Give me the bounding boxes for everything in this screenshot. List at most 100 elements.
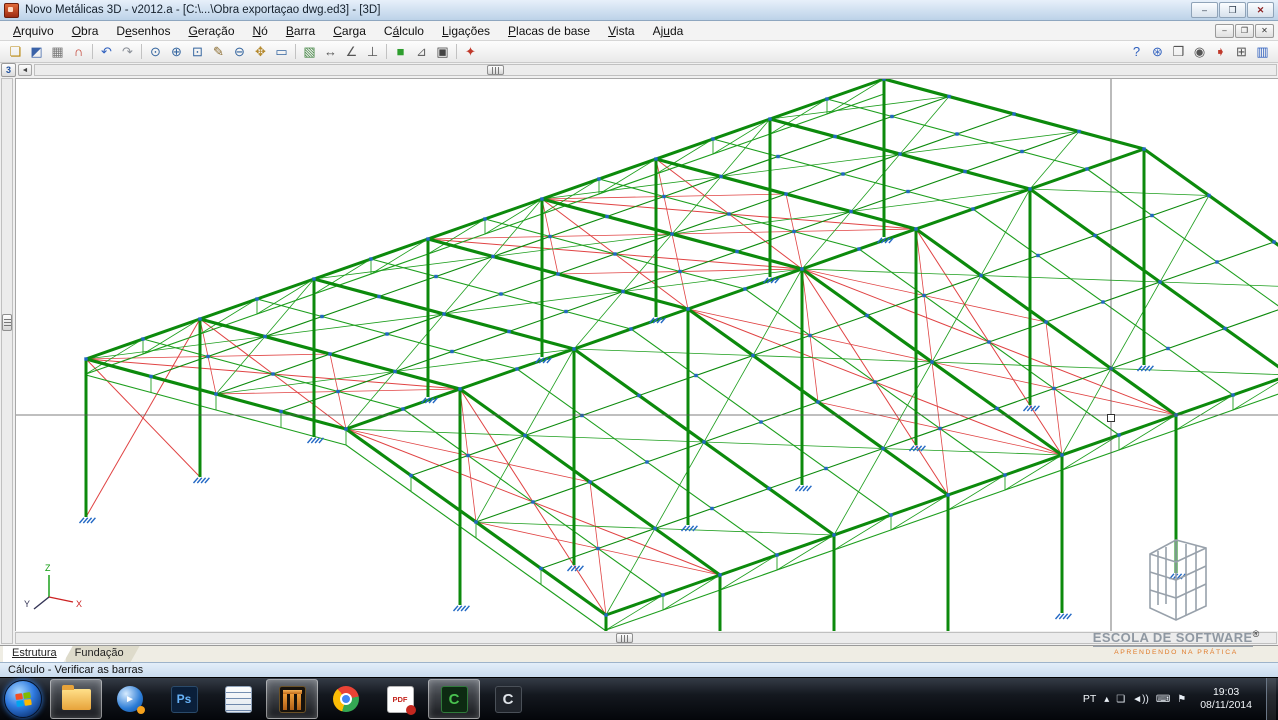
- main-frame-members: [86, 79, 1278, 615]
- scroll-grip: [4, 319, 11, 326]
- display-icon[interactable]: ❏: [1116, 694, 1125, 705]
- toolbar-icon-tile-windows[interactable]: ⊞: [1231, 42, 1252, 61]
- drawing-area[interactable]: ZXY: [15, 78, 1278, 631]
- taskbar-app-explorer[interactable]: [50, 679, 102, 719]
- toolbar-icon-dimensions[interactable]: ↔: [320, 42, 341, 61]
- taskbar-app-chrome[interactable]: [320, 679, 372, 719]
- toolbar-icon-measure[interactable]: ✎: [208, 42, 229, 61]
- menu-item-arquivo[interactable]: Arquivo: [4, 22, 63, 40]
- menu-item-barra[interactable]: Barra: [277, 22, 324, 40]
- minimize-button[interactable]: –: [1191, 2, 1218, 18]
- metalicas-3d-icon: [279, 686, 306, 713]
- menu-item-ligacoes[interactable]: Ligações: [433, 22, 499, 40]
- start-button[interactable]: [4, 680, 42, 718]
- scrollbar-handle[interactable]: [616, 633, 633, 643]
- toolbar-icon-print[interactable]: ❒: [1168, 42, 1189, 61]
- structure-viewport[interactable]: ZXY: [16, 79, 1278, 631]
- sheet-tabs: Estrutura Fundação: [0, 645, 1278, 662]
- mdi-restore-button[interactable]: ❐: [1235, 24, 1254, 38]
- menu-item-carga[interactable]: Carga: [324, 22, 375, 40]
- taskbar-app-cype[interactable]: C: [482, 679, 534, 719]
- tray-icons: ▴ ❏ ◄)) ⌨ ⚑: [1104, 694, 1186, 705]
- menu-item-no[interactable]: Nó: [244, 22, 277, 40]
- tab-estrutura[interactable]: Estrutura: [3, 646, 73, 662]
- menu-item-ajuda[interactable]: Ajuda: [644, 22, 693, 40]
- scrollbar-handle[interactable]: [2, 314, 12, 331]
- roof-bracing-members: [86, 159, 1176, 615]
- toolbar-separator: [92, 44, 93, 59]
- hidden-icons-arrow[interactable]: ▴: [1104, 694, 1109, 705]
- title-bar[interactable]: Novo Metálicas 3D - v2012.a - [C:\...\Ob…: [0, 0, 1278, 21]
- toolbar-icon-redo[interactable]: ↷: [117, 42, 138, 61]
- toolbar-icon-zoom-window[interactable]: ⊡: [187, 42, 208, 61]
- clock-date: 08/11/2014: [1200, 699, 1252, 712]
- taskbar-app-pdf-creator[interactable]: PDF: [374, 679, 426, 719]
- app-icon: [4, 3, 19, 18]
- toolbar-icon-snapshot[interactable]: ◉: [1189, 42, 1210, 61]
- toolbar-separator: [295, 44, 296, 59]
- roof-diagonal-members: [86, 97, 1278, 616]
- close-button[interactable]: ✕: [1247, 2, 1274, 18]
- maximize-button[interactable]: ❐: [1219, 2, 1246, 18]
- toolbar-icon-panels[interactable]: ▥: [1252, 42, 1273, 61]
- cype-icon: C: [495, 686, 522, 713]
- toolbar-icon-angles[interactable]: ∠: [341, 42, 362, 61]
- toolbar-icon-select-window[interactable]: ▭: [271, 42, 292, 61]
- toolbar-icon-undo[interactable]: ↶: [96, 42, 117, 61]
- flag-icon[interactable]: ⚑: [1177, 694, 1186, 705]
- menu-item-desenhos[interactable]: Desenhos: [107, 22, 179, 40]
- mdi-close-button[interactable]: ✕: [1255, 24, 1274, 38]
- vertical-scrollbar-left[interactable]: [1, 78, 13, 644]
- toolbar-icon-open[interactable]: ❏: [5, 42, 26, 61]
- horizontal-scrollbar-bottom[interactable]: [15, 632, 1277, 644]
- menu-item-calculo[interactable]: Cálculo: [375, 22, 433, 40]
- horizontal-scrollbar-top[interactable]: [34, 64, 1277, 76]
- menu-item-obra[interactable]: Obra: [63, 22, 108, 40]
- language-indicator[interactable]: PT: [1083, 693, 1096, 705]
- toolbar-icon-pan[interactable]: ✥: [250, 42, 271, 61]
- clock-time: 19:03: [1200, 686, 1252, 699]
- toolbar-icon-reference-plane[interactable]: ■: [390, 42, 411, 61]
- tab-fundacao[interactable]: Fundação: [66, 646, 140, 662]
- taskbar-app-metalicas-3d[interactable]: [266, 679, 318, 719]
- application-window: Novo Metálicas 3D - v2012.a - [C:\...\Ob…: [0, 0, 1278, 720]
- menu-bar-items: ArquivoObraDesenhosGeraçãoNóBarraCargaCá…: [4, 22, 692, 40]
- toolbar-icon-rulers[interactable]: ⊿: [411, 42, 432, 61]
- left-scroll-strip: [0, 78, 15, 645]
- taskbar-app-cype-3d[interactable]: C: [428, 679, 480, 719]
- scroll-left-arrow[interactable]: ◄: [18, 64, 32, 76]
- menu-item-geracao[interactable]: Geração: [179, 22, 243, 40]
- mdi-minimize-button[interactable]: –: [1215, 24, 1234, 38]
- toolbar-left-group: ❏◩▦∩ ↶↷ ⊙⊕⊡✎⊖✥▭ ▧↔∠⊥ ■⊿▣ ✦: [5, 42, 481, 61]
- taskbar-apps: ►PsPDFCC: [50, 679, 534, 719]
- taskbar-app-notepad[interactable]: [212, 679, 264, 719]
- toolbar-icon-magnet[interactable]: ∩: [68, 42, 89, 61]
- toolbar-icon-zoom-real[interactable]: ⊙: [145, 42, 166, 61]
- clock[interactable]: 19:03 08/11/2014: [1200, 686, 1252, 712]
- toolbar-icon-axes[interactable]: ⊥: [362, 42, 383, 61]
- taskbar-app-media-player[interactable]: ►: [104, 679, 156, 719]
- toolbar-icon-save[interactable]: ◩: [26, 42, 47, 61]
- show-desktop-button[interactable]: [1266, 678, 1276, 720]
- toolbar-icon-zoom-previous[interactable]: ⊖: [229, 42, 250, 61]
- windows-flag-icon: [15, 692, 32, 707]
- menu-bar: ArquivoObraDesenhosGeraçãoNóBarraCargaCá…: [0, 21, 1278, 41]
- scrollbar-handle[interactable]: [487, 65, 504, 75]
- status-bar: Cálculo - Verificar as barras: [0, 662, 1278, 677]
- toolbar-icon-export-dwg[interactable]: ▦: [47, 42, 68, 61]
- toolbar-icon-web-services[interactable]: ⊛: [1147, 42, 1168, 61]
- toolbar-icon-help[interactable]: ?: [1126, 42, 1147, 61]
- toolbar-icon-zoom-in[interactable]: ⊕: [166, 42, 187, 61]
- toolbar-icon-calculate[interactable]: ✦: [460, 42, 481, 61]
- menu-item-vista[interactable]: Vista: [599, 22, 643, 40]
- volume-icon[interactable]: ◄)): [1132, 694, 1149, 705]
- toolbar-icon-downloads[interactable]: ➧: [1210, 42, 1231, 61]
- toolbar-icon-screen-views[interactable]: ▣: [432, 42, 453, 61]
- menu-item-placas-de-base[interactable]: Placas de base: [499, 22, 599, 40]
- taskbar-app-photoshop[interactable]: Ps: [158, 679, 210, 719]
- taskbar: ►PsPDFCC PT ▴❏◄))⌨⚑ 19:03 08/11/2014: [0, 677, 1278, 720]
- toolbar-icon-images[interactable]: ▧: [299, 42, 320, 61]
- notepad-icon: [225, 686, 252, 713]
- keyboard-icon[interactable]: ⌨: [1156, 694, 1170, 705]
- view-3d-button[interactable]: 3: [1, 63, 16, 77]
